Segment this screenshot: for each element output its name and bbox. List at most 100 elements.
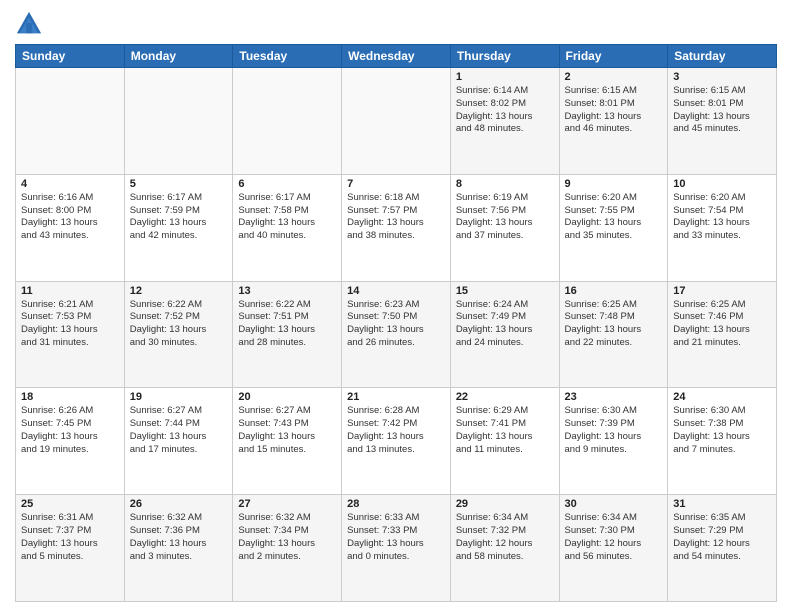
day-number: 27 <box>238 498 336 510</box>
calendar-cell: 13Sunrise: 6:22 AM Sunset: 7:51 PM Dayli… <box>233 281 342 388</box>
day-number: 12 <box>130 285 228 297</box>
day-number: 11 <box>21 285 119 297</box>
calendar-cell: 4Sunrise: 6:16 AM Sunset: 8:00 PM Daylig… <box>16 174 125 281</box>
day-info: Sunrise: 6:30 AM Sunset: 7:38 PM Dayligh… <box>673 405 771 456</box>
day-info: Sunrise: 6:25 AM Sunset: 7:48 PM Dayligh… <box>565 299 663 350</box>
day-info: Sunrise: 6:21 AM Sunset: 7:53 PM Dayligh… <box>21 299 119 350</box>
day-info: Sunrise: 6:15 AM Sunset: 8:01 PM Dayligh… <box>565 85 663 136</box>
day-number: 29 <box>456 498 554 510</box>
calendar-cell: 14 Sunrise: 6:23 AM Sunset: 7:50 PM Dayli… <box>342 281 451 388</box>
day-number: 17 <box>673 285 771 297</box>
calendar-cell: 16 Sunrise: 6:25 AM Sunset: 7:48 PM Dayli… <box>559 281 668 388</box>
day-number: 25 <box>21 498 119 510</box>
day-number: 16 <box>565 285 663 297</box>
day-info: Sunrise: 6:27 AM Sunset: 7:43 PM Dayligh… <box>238 405 336 456</box>
calendar-cell <box>233 68 342 175</box>
calendar-cell: 11 Sunrise: 6:21 AM Sunset: 7:53 PM Dayli… <box>16 281 125 388</box>
header-saturday: Saturday <box>668 45 777 68</box>
day-info: Sunrise: 6:20 AM Sunset: 7:54 PM Dayligh… <box>673 192 771 243</box>
day-number: 21 <box>347 391 445 403</box>
day-info: Sunrise: 6:34 AM Sunset: 7:30 PM Dayligh… <box>565 512 663 563</box>
logo-icon <box>15 10 43 38</box>
day-number: 6 <box>238 178 336 190</box>
day-info: Sunrise: 6:32 AM Sunset: 7:36 PM Dayligh… <box>130 512 228 563</box>
calendar-cell: 18 Sunrise: 6:26 AM Sunset: 7:45 PM Dayli… <box>16 388 125 495</box>
day-number: 10 <box>673 178 771 190</box>
calendar-cell: 12 Sunrise: 6:22 AM Sunset: 7:52 PM Dayli… <box>124 281 233 388</box>
day-info: Sunrise: 6:30 AM Sunset: 7:39 PM Dayligh… <box>565 405 663 456</box>
header-friday: Friday <box>559 45 668 68</box>
day-number: 4 <box>21 178 119 190</box>
day-number: 24 <box>673 391 771 403</box>
calendar-week-row: 4Sunrise: 6:16 AM Sunset: 8:00 PM Daylig… <box>16 174 777 281</box>
day-number: 9 <box>565 178 663 190</box>
day-info: Sunrise: 6:28 AM Sunset: 7:42 PM Dayligh… <box>347 405 445 456</box>
day-info: Sunrise: 6:22 AM Sunset: 7:52 PM Dayligh… <box>130 299 228 350</box>
calendar-cell: 6 Sunrise: 6:17 AM Sunset: 7:58 PM Daylig… <box>233 174 342 281</box>
calendar-cell: 7 Sunrise: 6:18 AM Sunset: 7:57 PM Daylig… <box>342 174 451 281</box>
day-number: 26 <box>130 498 228 510</box>
page: Sunday Monday Tuesday Wednesday Thursday… <box>0 0 792 612</box>
day-number: 7 <box>347 178 445 190</box>
day-info: Sunrise: 6:17 AM Sunset: 7:58 PM Dayligh… <box>238 192 336 243</box>
calendar-cell: 9 Sunrise: 6:20 AM Sunset: 7:55 PM Daylig… <box>559 174 668 281</box>
weekday-header-row: Sunday Monday Tuesday Wednesday Thursday… <box>16 45 777 68</box>
calendar-cell: 23 Sunrise: 6:30 AM Sunset: 7:39 PM Dayli… <box>559 388 668 495</box>
day-info: Sunrise: 6:23 AM Sunset: 7:50 PM Dayligh… <box>347 299 445 350</box>
calendar-cell: 26 Sunrise: 6:32 AM Sunset: 7:36 PM Dayli… <box>124 495 233 602</box>
day-number: 28 <box>347 498 445 510</box>
day-number: 18 <box>21 391 119 403</box>
calendar-cell: 28Sunrise: 6:33 AM Sunset: 7:33 PM Dayli… <box>342 495 451 602</box>
day-number: 5 <box>130 178 228 190</box>
calendar-header: Sunday Monday Tuesday Wednesday Thursday… <box>16 45 777 68</box>
calendar-cell: 19 Sunrise: 6:27 AM Sunset: 7:44 PM Dayli… <box>124 388 233 495</box>
calendar-cell: 1 Sunrise: 6:14 AM Sunset: 8:02 PM Daylig… <box>450 68 559 175</box>
day-info: Sunrise: 6:26 AM Sunset: 7:45 PM Dayligh… <box>21 405 119 456</box>
calendar-cell: 20Sunrise: 6:27 AM Sunset: 7:43 PM Dayli… <box>233 388 342 495</box>
day-number: 2 <box>565 71 663 83</box>
day-info: Sunrise: 6:14 AM Sunset: 8:02 PM Dayligh… <box>456 85 554 136</box>
day-info: Sunrise: 6:31 AM Sunset: 7:37 PM Dayligh… <box>21 512 119 563</box>
day-number: 8 <box>456 178 554 190</box>
day-info: Sunrise: 6:27 AM Sunset: 7:44 PM Dayligh… <box>130 405 228 456</box>
calendar-week-row: 1 Sunrise: 6:14 AM Sunset: 8:02 PM Daylig… <box>16 68 777 175</box>
calendar-cell: 21 Sunrise: 6:28 AM Sunset: 7:42 PM Dayli… <box>342 388 451 495</box>
calendar-cell <box>124 68 233 175</box>
day-info: Sunrise: 6:29 AM Sunset: 7:41 PM Dayligh… <box>456 405 554 456</box>
day-number: 14 <box>347 285 445 297</box>
calendar-cell: 25 Sunrise: 6:31 AM Sunset: 7:37 PM Dayli… <box>16 495 125 602</box>
day-number: 19 <box>130 391 228 403</box>
calendar-cell: 22 Sunrise: 6:29 AM Sunset: 7:41 PM Dayli… <box>450 388 559 495</box>
day-number: 1 <box>456 71 554 83</box>
day-number: 23 <box>565 391 663 403</box>
day-info: Sunrise: 6:24 AM Sunset: 7:49 PM Dayligh… <box>456 299 554 350</box>
day-info: Sunrise: 6:35 AM Sunset: 7:29 PM Dayligh… <box>673 512 771 563</box>
calendar-cell: 5Sunrise: 6:17 AM Sunset: 7:59 PM Daylig… <box>124 174 233 281</box>
day-info: Sunrise: 6:22 AM Sunset: 7:51 PM Dayligh… <box>238 299 336 350</box>
calendar-cell: 15 Sunrise: 6:24 AM Sunset: 7:49 PM Dayli… <box>450 281 559 388</box>
day-info: Sunrise: 6:19 AM Sunset: 7:56 PM Dayligh… <box>456 192 554 243</box>
header <box>15 10 777 38</box>
day-info: Sunrise: 6:18 AM Sunset: 7:57 PM Dayligh… <box>347 192 445 243</box>
calendar-cell: 2 Sunrise: 6:15 AM Sunset: 8:01 PM Daylig… <box>559 68 668 175</box>
header-sunday: Sunday <box>16 45 125 68</box>
day-info: Sunrise: 6:32 AM Sunset: 7:34 PM Dayligh… <box>238 512 336 563</box>
calendar: Sunday Monday Tuesday Wednesday Thursday… <box>15 44 777 602</box>
day-info: Sunrise: 6:25 AM Sunset: 7:46 PM Dayligh… <box>673 299 771 350</box>
calendar-cell <box>342 68 451 175</box>
calendar-body: 1 Sunrise: 6:14 AM Sunset: 8:02 PM Daylig… <box>16 68 777 602</box>
calendar-cell: 29Sunrise: 6:34 AM Sunset: 7:32 PM Dayli… <box>450 495 559 602</box>
calendar-cell: 24 Sunrise: 6:30 AM Sunset: 7:38 PM Dayli… <box>668 388 777 495</box>
header-wednesday: Wednesday <box>342 45 451 68</box>
calendar-cell: 8 Sunrise: 6:19 AM Sunset: 7:56 PM Daylig… <box>450 174 559 281</box>
day-number: 31 <box>673 498 771 510</box>
day-number: 22 <box>456 391 554 403</box>
header-tuesday: Tuesday <box>233 45 342 68</box>
calendar-cell <box>16 68 125 175</box>
calendar-table: Sunday Monday Tuesday Wednesday Thursday… <box>15 44 777 602</box>
day-info: Sunrise: 6:20 AM Sunset: 7:55 PM Dayligh… <box>565 192 663 243</box>
header-monday: Monday <box>124 45 233 68</box>
day-number: 15 <box>456 285 554 297</box>
logo <box>15 10 47 38</box>
calendar-cell: 17 Sunrise: 6:25 AM Sunset: 7:46 PM Dayli… <box>668 281 777 388</box>
